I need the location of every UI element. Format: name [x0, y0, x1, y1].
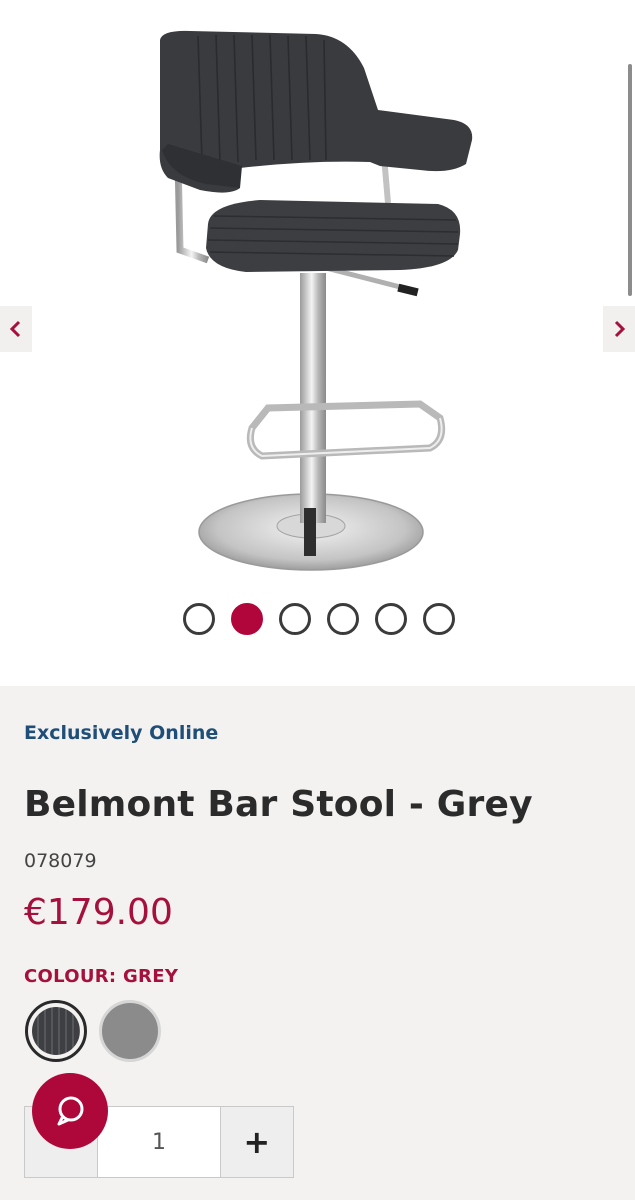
gallery-prev-button[interactable] [0, 306, 32, 352]
gallery-next-button[interactable] [603, 306, 635, 352]
gallery-dot-3[interactable] [279, 603, 311, 635]
chevron-left-icon [9, 320, 21, 338]
swatch-light-grey[interactable] [99, 1000, 161, 1062]
quantity-input[interactable]: 1 [98, 1107, 220, 1177]
gallery-pagination [183, 603, 455, 635]
page-scrollbar[interactable] [628, 64, 632, 296]
colour-label: COLOUR: GREY [24, 966, 179, 987]
chat-bubble-icon [57, 1096, 84, 1126]
gallery-dot-6[interactable] [423, 603, 455, 635]
gallery-dot-2[interactable] [231, 603, 263, 635]
product-gallery [0, 0, 635, 686]
chat-button[interactable] [32, 1073, 108, 1149]
product-title: Belmont Bar Stool - Grey [24, 784, 533, 825]
chevron-right-icon [614, 320, 626, 338]
product-sku: 078079 [24, 850, 97, 872]
product-image[interactable] [150, 28, 480, 576]
gallery-dot-4[interactable] [327, 603, 359, 635]
product-price: €179.00 [24, 892, 173, 933]
swatch-grey-selected[interactable] [25, 1000, 87, 1062]
gallery-dot-5[interactable] [375, 603, 407, 635]
exclusive-badge: Exclusively Online [24, 722, 219, 744]
quantity-increase-button[interactable]: + [219, 1107, 293, 1177]
gallery-dot-1[interactable] [183, 603, 215, 635]
